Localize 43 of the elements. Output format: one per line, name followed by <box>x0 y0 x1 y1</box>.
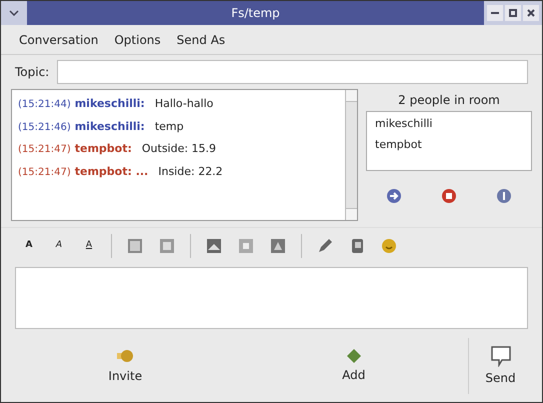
speech-bubble-icon <box>490 344 512 366</box>
message-sender: mikeschilli: <box>74 118 145 134</box>
window-title: Fs/temp <box>230 5 281 22</box>
people-count: 2 people in room <box>397 92 501 109</box>
stop-icon[interactable] <box>440 187 458 205</box>
maximize-button[interactable] <box>505 5 521 21</box>
chevron-icon <box>9 10 19 16</box>
message-sender: mikeschilli: <box>74 96 145 112</box>
add-button[interactable]: Add <box>240 338 468 394</box>
format-button[interactable]: A <box>81 238 97 252</box>
window-menu-button[interactable] <box>1 1 27 25</box>
message-time: (15:21:44) <box>18 98 71 112</box>
invite-button[interactable]: Invite <box>11 338 240 394</box>
format-button[interactable]: A <box>21 238 37 252</box>
topic-label: Topic: <box>15 64 50 81</box>
message-time: (15:21:47) <box>18 166 71 180</box>
menu-item[interactable]: Options <box>114 30 161 48</box>
message-text: Hallo-hallo <box>154 96 214 112</box>
menu-item[interactable]: Send As <box>176 30 226 48</box>
diamond-icon <box>346 348 362 364</box>
smiley-icon[interactable] <box>380 236 398 254</box>
message-sender: tempbot: <box>74 141 132 157</box>
send-button[interactable]: Send <box>468 338 532 394</box>
message-input[interactable] <box>15 267 528 329</box>
format-button[interactable]: A <box>51 238 67 252</box>
topic-field[interactable] <box>57 60 528 84</box>
menu-item[interactable]: Conversation <box>19 30 98 48</box>
message-sender: tempbot: ... <box>74 164 148 180</box>
member-name[interactable]: mikeschilli <box>375 116 523 132</box>
close-button[interactable] <box>523 5 539 21</box>
info-icon[interactable] <box>495 187 514 205</box>
picture-icon[interactable] <box>269 236 287 254</box>
message-time: (15:21:46) <box>18 120 71 134</box>
message-text: Inside: 22.2 <box>158 164 223 180</box>
close-icon <box>527 9 535 17</box>
scrollbar[interactable] <box>345 90 357 220</box>
pencil-icon[interactable] <box>316 236 334 254</box>
message-text: temp <box>154 118 184 134</box>
minimize-button[interactable] <box>487 5 503 21</box>
message-text: Outside: 15.9 <box>142 141 216 157</box>
message-time: (15:21:47) <box>18 143 71 157</box>
image-icon[interactable] <box>205 236 223 254</box>
member-name[interactable]: tempbot <box>375 136 523 153</box>
